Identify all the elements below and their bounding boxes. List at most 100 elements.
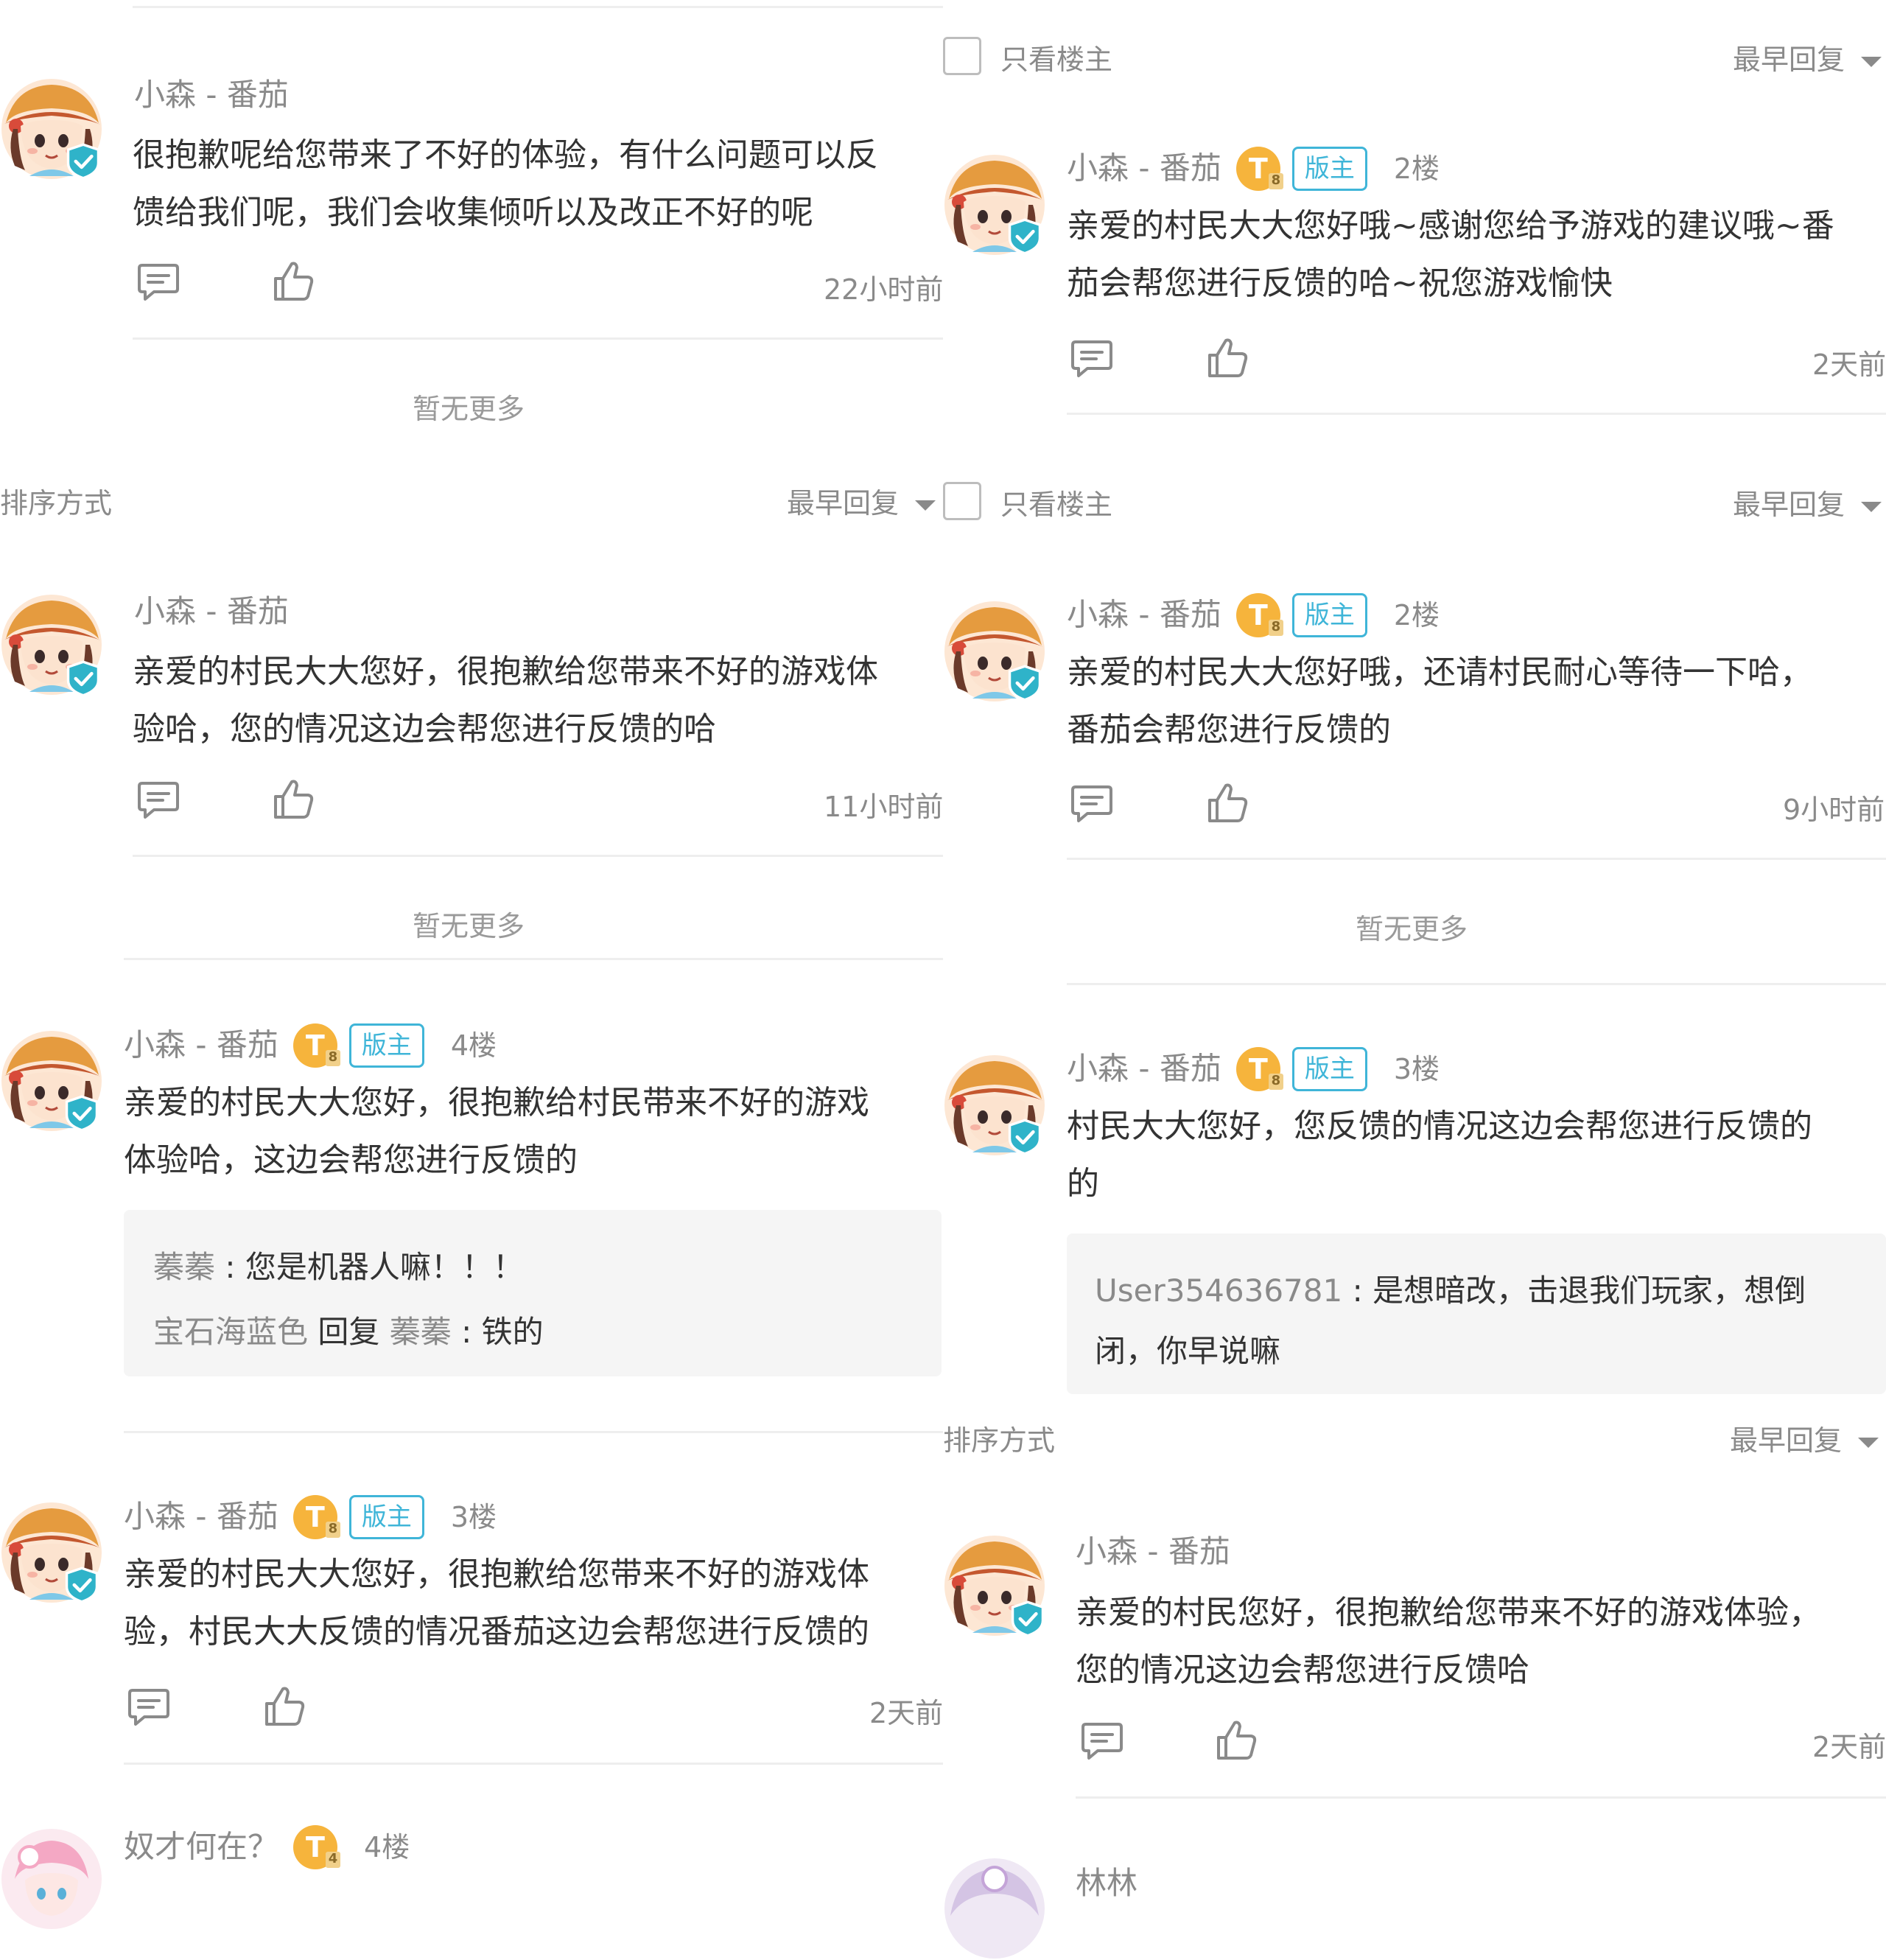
reply-line[interactable]: 蓁蓁 : 您是机器人嘛！！！ <box>153 1242 524 1287</box>
no-more-label: 暂无更多 <box>413 910 525 942</box>
sort-option-label: 最早回复 <box>787 487 900 519</box>
thumbs-up-icon[interactable] <box>1204 780 1251 827</box>
floor-number: 2楼 <box>1393 598 1440 631</box>
moderator-badge: 版主 <box>1291 146 1367 191</box>
comment-icon[interactable] <box>1068 780 1115 827</box>
sort-dropdown[interactable]: 最早回复 <box>1730 1418 1879 1458</box>
comment-header: 小森 - 番茄 T 8 版主 4楼 <box>124 1020 497 1069</box>
comment-text: 亲爱的村民大大您好，很抱歉给村民带来不好的游戏 体验哈，这边会帮您进行反馈的 <box>124 1074 942 1189</box>
divider <box>124 958 943 960</box>
reply-text: 闭，你早说嘛 <box>1095 1333 1281 1369</box>
username[interactable]: 小森 - 番茄 <box>134 70 289 115</box>
thumbs-up-icon[interactable] <box>261 1683 308 1730</box>
thumbs-up-icon[interactable] <box>1204 335 1251 382</box>
username[interactable]: 林林 <box>1076 1858 1137 1903</box>
checkbox-icon[interactable] <box>943 482 981 520</box>
sort-dropdown[interactable]: 最早回复 <box>1733 482 1882 522</box>
level-badge: T8 <box>1235 592 1283 637</box>
divider <box>133 855 943 857</box>
floor-number: 4楼 <box>450 1029 497 1062</box>
verified-check-icon <box>65 660 102 697</box>
comment-icon[interactable] <box>135 258 182 305</box>
timestamp: 2天前 <box>869 1697 944 1729</box>
level-badge-number: 8 <box>1268 172 1283 189</box>
only-op-label[interactable]: 只看楼主 <box>1000 482 1112 522</box>
verified-check-icon <box>1006 1119 1043 1155</box>
comment-text: 亲爱的村民您好，很抱歉给您带来不好的游戏体验， 您的情况这边会帮您进行反馈哈 <box>1076 1584 1886 1699</box>
reply-line[interactable]: 闭，你早说嘛 <box>1095 1326 1280 1371</box>
level-badge-letter: T <box>306 1830 325 1863</box>
level-badge-number: 8 <box>1268 619 1283 636</box>
username[interactable]: 小森 - 番茄 <box>1067 150 1221 186</box>
username[interactable]: 小森 - 番茄 <box>1067 597 1221 633</box>
username[interactable]: 奴才何在？ <box>124 1829 278 1865</box>
sort-option-label: 最早回复 <box>1733 43 1845 76</box>
comment-line: 番茄会帮您进行反馈的 <box>1067 711 1391 749</box>
comment-icon[interactable] <box>125 1683 172 1730</box>
dropdown-triangle-icon <box>1861 501 1882 512</box>
comment-line: 很抱歉呢给您带来了不好的体验，有什么问题可以反 <box>133 136 878 174</box>
reply-line[interactable]: 宝石海蓝色 回复 蓁蓁 : 铁的 <box>153 1307 544 1352</box>
username[interactable]: 小森 - 番茄 <box>1067 1051 1221 1087</box>
only-op-label[interactable]: 只看楼主 <box>1000 37 1112 77</box>
no-more-label: 暂无更多 <box>413 393 525 425</box>
divider <box>1067 858 1886 860</box>
floor-number: 3楼 <box>1393 1052 1440 1085</box>
comment-header: 小森 - 番茄 T 8 版主 3楼 <box>1067 1043 1440 1093</box>
verified-check-icon <box>1009 1600 1046 1637</box>
level-badge-letter: T <box>1248 598 1268 631</box>
level-badge: T8 <box>292 1023 340 1068</box>
comment-line: 茄会帮您进行反馈的哈~祝您游戏愉快 <box>1067 265 1613 302</box>
comment-icon[interactable] <box>1079 1717 1126 1764</box>
reply-text: 您是机器人嘛！！！ <box>245 1249 524 1285</box>
username[interactable]: 小森 - 番茄 <box>124 1499 278 1535</box>
floor-number: 2楼 <box>1393 152 1440 185</box>
sort-option-label: 最早回复 <box>1730 1424 1843 1457</box>
dropdown-triangle-icon <box>915 500 936 511</box>
avatar[interactable] <box>943 1857 1046 1960</box>
comment-line: 馈给我们呢，我们会收集倾听以及改正不好的呢 <box>133 194 813 231</box>
divider <box>1076 1796 1886 1799</box>
dropdown-triangle-icon <box>1858 1437 1879 1448</box>
comment-text: 很抱歉呢给您带来了不好的体验，有什么问题可以反 馈给我们呢，我们会收集倾听以及改… <box>133 127 943 242</box>
floor-number: 4楼 <box>364 1830 410 1863</box>
thumbs-up-icon[interactable] <box>270 776 317 823</box>
comment-icon[interactable] <box>1068 335 1115 382</box>
reply-line[interactable]: User354636781 : 是想暗改，击退我们玩家，想倒 <box>1095 1266 1806 1311</box>
timestamp: 9小时前 <box>1783 794 1885 826</box>
timestamp: 2天前 <box>1812 1731 1886 1763</box>
level-badge-number: 8 <box>325 1049 340 1066</box>
level-badge-letter: T <box>1248 1052 1268 1085</box>
reply-verb: 回复 <box>318 1314 380 1350</box>
username[interactable]: 小森 - 番茄 <box>134 587 289 631</box>
level-badge-letter: T <box>305 1500 325 1533</box>
sort-label: 排序方式 <box>0 487 113 519</box>
level-badge: T4 <box>293 1824 341 1869</box>
comment-line: 亲爱的村民大大您好，很抱歉给您带来不好的游戏体 <box>133 653 878 690</box>
sort-label: 排序方式 <box>943 1424 1056 1457</box>
comment-header: 小森 - 番茄 T 8 版主 2楼 <box>1067 589 1440 639</box>
comment-text: 亲爱的村民大大您好，很抱歉给您带来不好的游戏体 验哈，您的情况这边会帮您进行反馈… <box>133 643 943 758</box>
comment-icon[interactable] <box>135 776 182 823</box>
dropdown-triangle-icon <box>1861 56 1882 67</box>
sort-dropdown[interactable]: 最早回复 <box>1733 37 1882 77</box>
timestamp: 11小时前 <box>824 791 944 823</box>
avatar[interactable] <box>0 1827 103 1931</box>
level-badge: T8 <box>1235 1046 1283 1091</box>
comment-line: 亲爱的村民您好，很抱歉给您带来不好的游戏体验， <box>1076 1594 1821 1631</box>
moderator-badge: 版主 <box>1291 1046 1367 1091</box>
username[interactable]: 小森 - 番茄 <box>124 1027 278 1063</box>
thumbs-up-icon[interactable] <box>270 258 317 305</box>
reply-username[interactable]: User354636781 <box>1095 1273 1342 1309</box>
reply-target-username[interactable]: 蓁蓁 <box>390 1314 452 1350</box>
comment-header: 小森 - 番茄 T 8 版主 3楼 <box>124 1491 497 1541</box>
reply-username[interactable]: 蓁蓁 <box>153 1249 215 1285</box>
floor-number: 3楼 <box>450 1500 497 1533</box>
comment-text: 村民大大您好，您反馈的情况这边会帮您进行反馈的 的 <box>1067 1098 1886 1213</box>
divider <box>133 337 943 340</box>
sort-dropdown[interactable]: 最早回复 <box>787 480 936 521</box>
username[interactable]: 小森 - 番茄 <box>1076 1527 1230 1572</box>
thumbs-up-icon[interactable] <box>1213 1717 1260 1764</box>
reply-username[interactable]: 宝石海蓝色 <box>153 1314 308 1350</box>
checkbox-icon[interactable] <box>943 37 981 75</box>
